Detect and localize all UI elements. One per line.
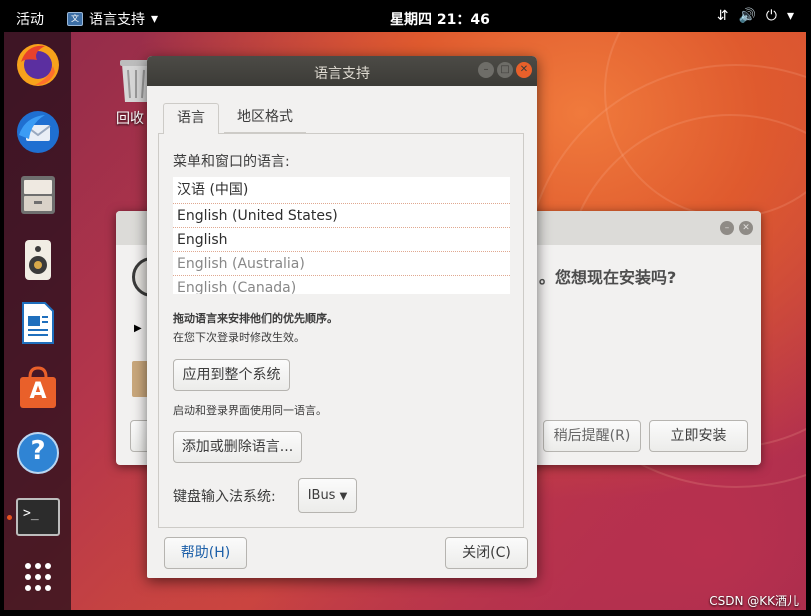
add-remove-languages-button[interactable]: 添加或删除语言...	[173, 431, 302, 463]
language-tab-panel: 菜单和窗口的语言: 汉语 (中国) English (United States…	[158, 133, 524, 528]
software-glyph: A	[29, 379, 47, 404]
writer-icon[interactable]	[15, 300, 61, 346]
desktop: 活动 文 语言支持 ▾ 星期四 21：46 ⇵ 🔊 ⏻ ▾ A ? >_ 回收 …	[4, 4, 806, 610]
watermark: CSDN @KK酒儿	[709, 594, 799, 608]
language-item[interactable]: English (United States)	[173, 204, 510, 228]
help-icon[interactable]: ?	[15, 430, 61, 476]
close-button[interactable]: 关闭(C)	[445, 537, 528, 569]
files-icon[interactable]	[15, 172, 61, 218]
volume-icon[interactable]: 🔊	[738, 8, 755, 24]
input-method-select[interactable]: IBus ▼	[298, 478, 357, 513]
terminal-icon[interactable]: >_	[15, 494, 61, 540]
thunderbird-icon[interactable]	[15, 109, 61, 155]
dock: A ? >_	[4, 32, 71, 610]
next-login-hint: 在您下次登录时修改生效。	[173, 331, 305, 344]
system-tray[interactable]: ⇵ 🔊 ⏻ ▾	[717, 8, 794, 24]
show-applications-icon[interactable]	[15, 560, 61, 606]
install-now-button[interactable]: 立即安装	[649, 420, 748, 452]
clock[interactable]: 星期四 21：46	[390, 9, 490, 29]
language-item[interactable]: English	[173, 228, 510, 252]
firefox-icon[interactable]	[15, 42, 61, 88]
software-icon[interactable]: A	[15, 365, 61, 411]
chevron-down-icon[interactable]: ▾	[787, 8, 794, 24]
apply-system-wide-button[interactable]: 应用到整个系统	[173, 359, 290, 391]
input-method-label: 键盘输入法系统:	[173, 489, 276, 505]
top-bar: 活动 文 语言支持 ▾ 星期四 21：46 ⇵ 🔊 ⏻ ▾	[4, 4, 806, 32]
language-support-app-icon: 文	[67, 12, 83, 26]
app-menu-label: 语言支持	[89, 12, 145, 28]
language-support-dialog: 语言支持 – □ ✕ 语言 地区格式 菜单和窗口的语言: 汉语 (中国) Eng…	[147, 56, 537, 578]
menu-language-label: 菜单和窗口的语言:	[173, 154, 290, 170]
terminal-glyph: >_	[23, 506, 39, 521]
language-item[interactable]: English (Canada)	[173, 276, 510, 294]
help-glyph: ?	[30, 436, 46, 466]
trash-label: 回收	[116, 111, 144, 127]
tab-regional-formats[interactable]: 地区格式	[224, 103, 306, 133]
language-list[interactable]: 汉语 (中国) English (United States) English …	[173, 177, 510, 294]
minimize-icon[interactable]: –	[478, 62, 494, 78]
power-icon[interactable]: ⏻	[766, 8, 777, 24]
dialog-titlebar[interactable]: 语言支持 – □ ✕	[147, 56, 537, 86]
chevron-down-icon: ▼	[339, 491, 348, 502]
network-icon[interactable]: ⇵	[717, 8, 729, 24]
app-menu[interactable]: 文 语言支持 ▾	[67, 9, 158, 29]
remind-later-button[interactable]: 稍后提醒(R)	[543, 420, 641, 452]
close-icon[interactable]: ✕	[516, 62, 532, 78]
language-item[interactable]: 汉语 (中国)	[173, 177, 510, 204]
minimize-icon[interactable]: –	[720, 221, 734, 235]
close-icon[interactable]: ✕	[739, 221, 753, 235]
maximize-icon[interactable]: □	[497, 62, 513, 78]
activities-button[interactable]: 活动	[16, 9, 44, 29]
drag-hint: 拖动语言来安排他们的优先顺序。	[173, 312, 338, 325]
tab-language[interactable]: 语言	[163, 103, 219, 134]
running-indicator	[7, 515, 12, 520]
rhythmbox-icon[interactable]	[15, 237, 61, 283]
input-method-value: IBus	[307, 488, 336, 503]
language-item[interactable]: English (Australia)	[173, 252, 510, 276]
updater-question: 。您想现在安装吗?	[539, 268, 677, 287]
help-button[interactable]: 帮助(H)	[164, 537, 247, 569]
expander-arrow-icon[interactable]: ▶	[134, 323, 142, 334]
login-screen-hint: 启动和登录界面使用同一语言。	[173, 404, 327, 417]
chevron-down-icon: ▾	[151, 11, 159, 27]
